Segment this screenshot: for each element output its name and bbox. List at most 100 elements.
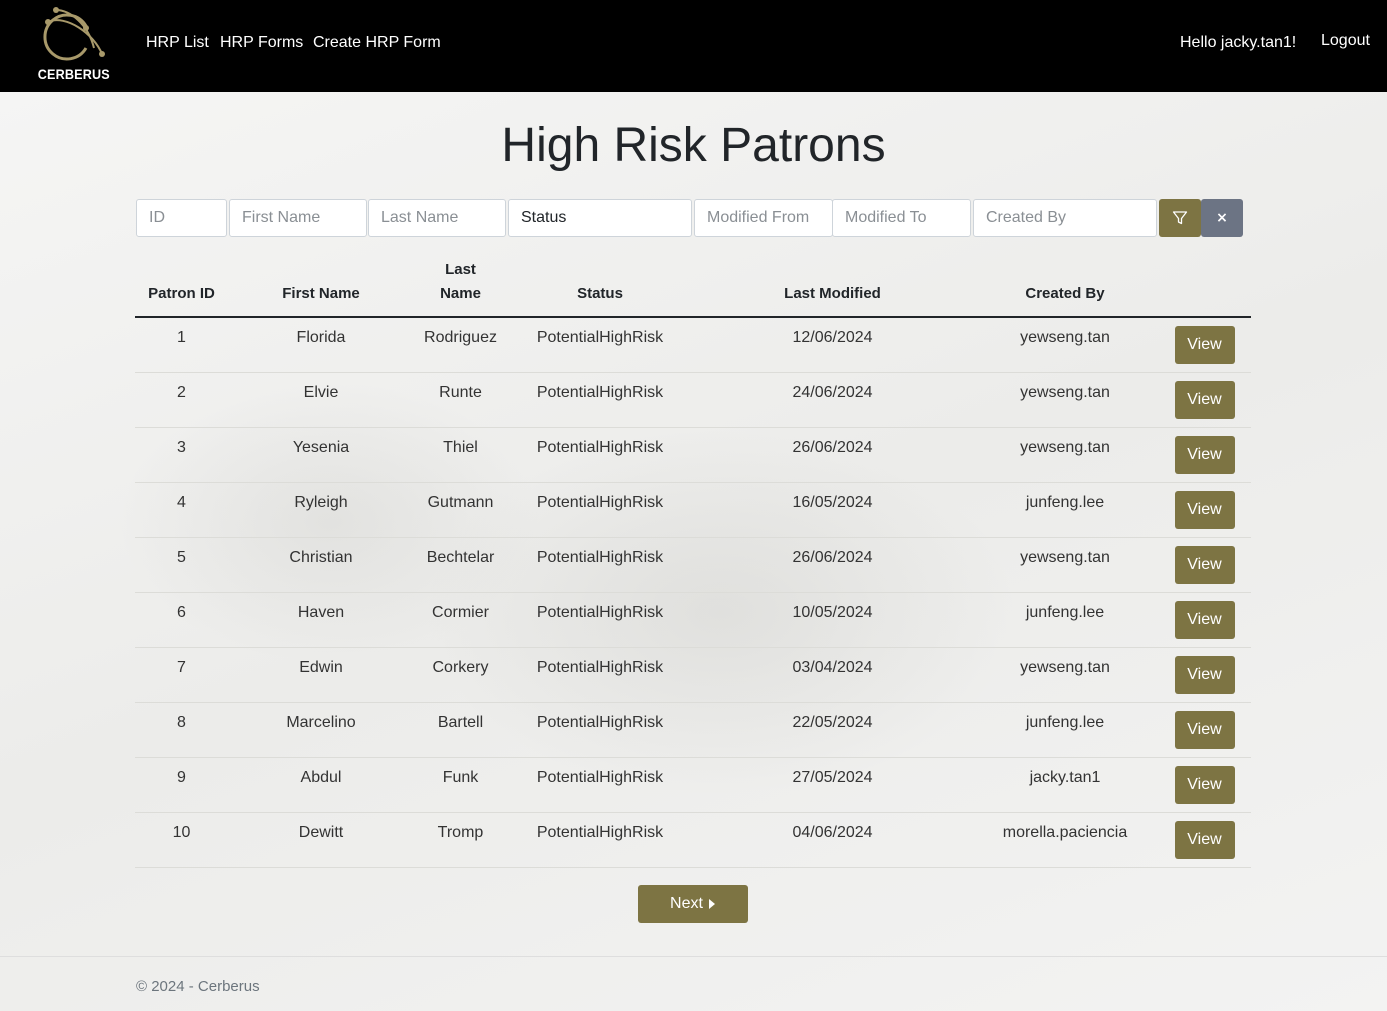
view-button[interactable]: View — [1174, 380, 1235, 419]
header-patron-id[interactable]: Patron ID — [135, 258, 228, 318]
footer-copyright: © 2024 - Cerberus — [136, 978, 260, 995]
caret-right-icon — [708, 899, 715, 909]
cell-created-by: jacky.tan1 — [972, 757, 1158, 813]
table-row: 2 Elvie Runte PotentialHighRisk 24/06/2024 ye… — [135, 372, 1251, 428]
cell-actions: View — [1158, 702, 1251, 758]
created-by-filter-input[interactable] — [973, 199, 1157, 237]
cell-last-modified: 26/06/2024 — [693, 427, 972, 483]
cell-patron-id: 4 — [135, 482, 228, 538]
cell-actions: View — [1158, 812, 1251, 868]
cell-actions: View — [1158, 427, 1251, 483]
logout-button[interactable]: Logout — [1321, 32, 1370, 50]
cell-created-by: morella.paciencia — [972, 812, 1158, 868]
cell-status: PotentialHighRisk — [507, 757, 693, 813]
view-button[interactable]: View — [1174, 435, 1235, 474]
cell-last-name: Rodriguez — [414, 317, 507, 373]
cell-status: PotentialHighRisk — [507, 427, 693, 483]
cell-last-name: Bechtelar — [414, 537, 507, 593]
clear-filter-button[interactable]: × — [1201, 199, 1243, 237]
first-name-filter-input[interactable] — [229, 199, 367, 237]
status-filter-select[interactable]: Status — [508, 199, 692, 237]
modified-to-input[interactable] — [832, 199, 971, 237]
cell-first-name: Haven — [228, 592, 414, 648]
table-row: 9 Abdul Funk PotentialHighRisk 27/05/2024 jac… — [135, 757, 1251, 813]
cell-last-modified: 03/04/2024 — [693, 647, 972, 703]
cell-created-by: yewseng.tan — [972, 427, 1158, 483]
header-last-modified[interactable]: Last Modified — [693, 258, 972, 318]
header-created-by[interactable]: Created By — [972, 258, 1158, 318]
cell-created-by: yewseng.tan — [972, 537, 1158, 593]
view-button[interactable]: View — [1174, 710, 1235, 749]
view-button[interactable]: View — [1174, 490, 1235, 529]
cell-last-name: Funk — [414, 757, 507, 813]
table-row: 4 Ryleigh Gutmann PotentialHighRisk 16/05/20… — [135, 482, 1251, 538]
header-last-name[interactable]: Last Name — [414, 258, 507, 318]
last-name-filter-input[interactable] — [368, 199, 506, 237]
table-row: 1 Florida Rodriguez PotentialHighRisk 12/06/… — [135, 317, 1251, 373]
cell-last-name: Cormier — [414, 592, 507, 648]
next-label: Next — [670, 895, 703, 912]
cell-status: PotentialHighRisk — [507, 647, 693, 703]
header-last-name-line2: Name — [440, 285, 481, 302]
cell-last-modified: 27/05/2024 — [693, 757, 972, 813]
page-title: High Risk Patrons — [501, 119, 886, 172]
cell-last-modified: 16/05/2024 — [693, 482, 972, 538]
view-button[interactable]: View — [1174, 655, 1235, 694]
cell-first-name: Elvie — [228, 372, 414, 428]
view-button[interactable]: View — [1174, 765, 1235, 804]
table-row: 5 Christian Bechtelar PotentialHighRisk 26/0… — [135, 537, 1251, 593]
cell-actions: View — [1158, 372, 1251, 428]
table-row: 3 Yesenia Thiel PotentialHighRisk 26/06/2024… — [135, 427, 1251, 483]
cell-status: PotentialHighRisk — [507, 537, 693, 593]
user-greeting[interactable]: Hello jacky.tan1! — [1180, 34, 1296, 52]
cell-last-name: Bartell — [414, 702, 507, 758]
id-filter-input[interactable] — [136, 199, 227, 237]
cell-first-name: Marcelino — [228, 702, 414, 758]
header-first-name[interactable]: First Name — [228, 258, 414, 318]
modified-from-input[interactable] — [694, 199, 833, 237]
cell-status: PotentialHighRisk — [507, 372, 693, 428]
cell-status: PotentialHighRisk — [507, 317, 693, 373]
cell-last-modified: 04/06/2024 — [693, 812, 972, 868]
cell-first-name: Yesenia — [228, 427, 414, 483]
footer-divider — [0, 956, 1387, 957]
nav-link-hrp-forms[interactable]: HRP Forms — [220, 34, 303, 52]
cell-created-by: junfeng.lee — [972, 592, 1158, 648]
filter-icon — [1172, 211, 1188, 225]
cell-patron-id: 7 — [135, 647, 228, 703]
cell-patron-id: 6 — [135, 592, 228, 648]
cell-last-modified: 26/06/2024 — [693, 537, 972, 593]
cell-first-name: Abdul — [228, 757, 414, 813]
nav-link-create-hrp-form[interactable]: Create HRP Form — [313, 34, 441, 52]
view-button[interactable]: View — [1174, 820, 1235, 859]
cell-patron-id: 9 — [135, 757, 228, 813]
cell-actions: View — [1158, 592, 1251, 648]
cell-patron-id: 1 — [135, 317, 228, 373]
cell-status: PotentialHighRisk — [507, 812, 693, 868]
table-row: 10 Dewitt Tromp PotentialHighRisk 04/06/2024… — [135, 812, 1251, 868]
view-button[interactable]: View — [1174, 545, 1235, 584]
cell-patron-id: 8 — [135, 702, 228, 758]
cell-patron-id: 5 — [135, 537, 228, 593]
filter-button[interactable] — [1159, 199, 1201, 237]
cell-first-name: Florida — [228, 317, 414, 373]
cell-status: PotentialHighRisk — [507, 702, 693, 758]
cell-last-name: Runte — [414, 372, 507, 428]
cell-patron-id: 10 — [135, 812, 228, 868]
patrons-table: Patron ID First Name Last Name Status Las… — [135, 258, 1251, 868]
cell-last-modified: 10/05/2024 — [693, 592, 972, 648]
cell-actions: View — [1158, 757, 1251, 813]
cell-actions: View — [1158, 537, 1251, 593]
cell-status: PotentialHighRisk — [507, 592, 693, 648]
view-button[interactable]: View — [1174, 600, 1235, 639]
cerberus-logo-icon — [43, 7, 105, 61]
view-button[interactable]: View — [1174, 326, 1235, 364]
next-page-button[interactable]: Next — [638, 885, 748, 923]
cell-first-name: Edwin — [228, 647, 414, 703]
cell-created-by: yewseng.tan — [972, 372, 1158, 428]
nav-link-hrp-list[interactable]: HRP List — [146, 34, 209, 52]
header-status[interactable]: Status — [507, 258, 693, 318]
navbar: CERBERUS HRP List HRP Forms Create HRP F… — [0, 0, 1387, 92]
cell-actions: View — [1158, 317, 1251, 373]
brand[interactable]: CERBERUS — [34, 4, 110, 84]
